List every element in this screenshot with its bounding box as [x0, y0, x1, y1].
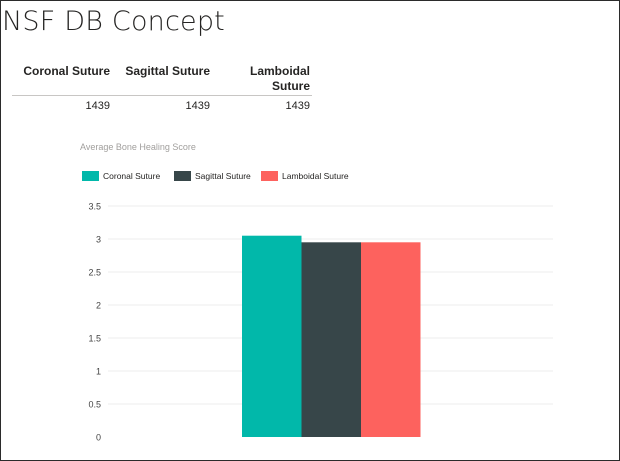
- y-tick-label: 0: [96, 433, 101, 443]
- y-tick-label: 1.5: [88, 334, 101, 344]
- chart-title: Average Bone Healing Score: [80, 142, 196, 152]
- y-tick-label: 3.5: [88, 202, 101, 212]
- bar-sagittal-suture[interactable]: [301, 242, 362, 437]
- legend-swatch: [174, 171, 191, 181]
- legend-item-lamboidal-suture[interactable]: Lamboidal Suture: [261, 171, 349, 181]
- y-axis: 3.5 3 2.5 2 1.5 1 0.5 0: [88, 202, 101, 443]
- y-tick-label: 1: [96, 367, 101, 377]
- legend-label: Sagittal Suture: [195, 171, 251, 181]
- bar-lamboidal-suture[interactable]: [361, 242, 421, 437]
- legend-label: Coronal Suture: [103, 171, 160, 181]
- legend-item-sagittal-suture[interactable]: Sagittal Suture: [174, 171, 251, 181]
- chart-bars: [242, 235, 421, 437]
- legend-label: Lamboidal Suture: [282, 171, 349, 181]
- legend-swatch: [261, 171, 278, 181]
- y-tick-label: 0.5: [88, 400, 101, 410]
- bar-chart: Average Bone Healing Score Coronal Sutur…: [80, 142, 553, 443]
- y-tick-label: 3: [96, 235, 101, 245]
- y-tick-label: 2: [96, 301, 101, 311]
- legend-item-coronal-suture[interactable]: Coronal Suture: [82, 171, 160, 181]
- y-tick-label: 2.5: [88, 268, 101, 278]
- legend-swatch: [82, 171, 99, 181]
- chart-legend: Coronal Suture Sagittal Suture Lamboidal S…: [82, 171, 349, 181]
- bar-coronal-suture[interactable]: [242, 235, 302, 437]
